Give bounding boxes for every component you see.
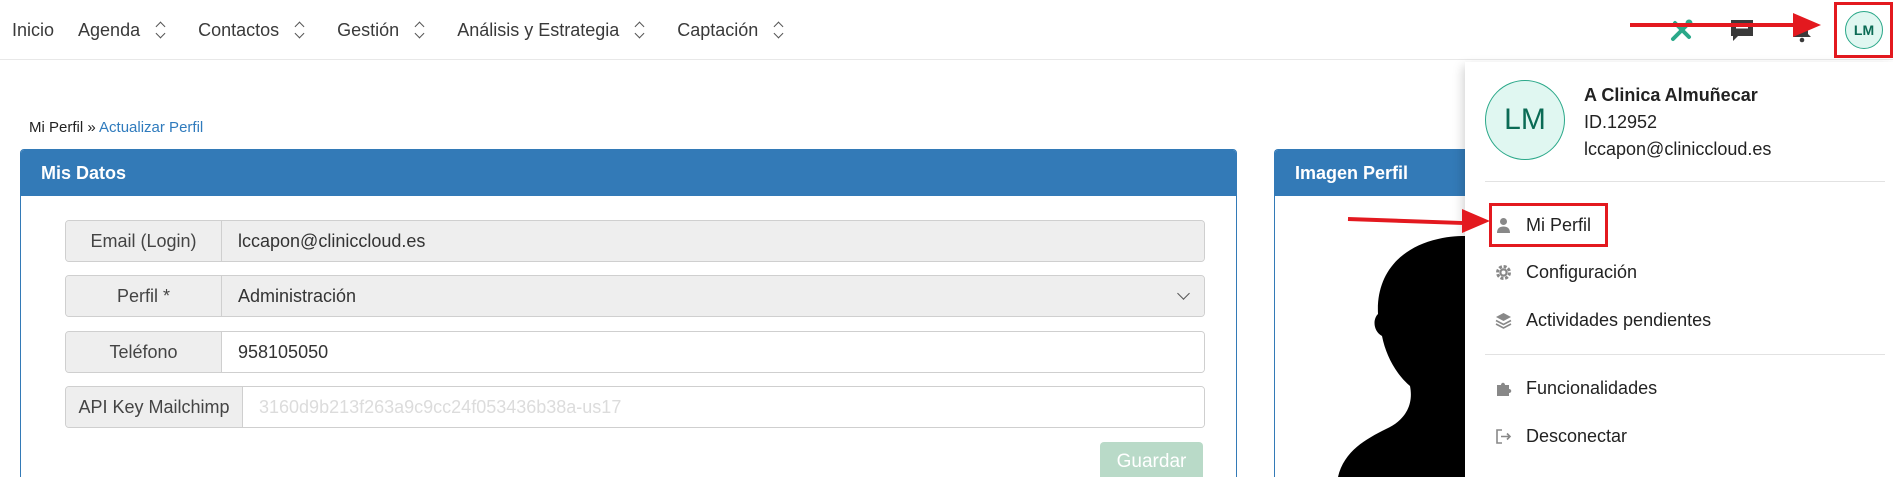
imagen-perfil-title: Imagen Perfil: [1295, 162, 1409, 183]
nav-gestion[interactable]: Gestión: [337, 0, 427, 60]
dropdown-divider: [1485, 181, 1885, 182]
nav-contactos-label: Contactos: [198, 19, 280, 40]
nav-captacion-label: Captación: [677, 19, 759, 40]
menu-item-desconectar[interactable]: Desconectar: [1495, 426, 1627, 447]
nav-contactos[interactable]: Contactos: [198, 0, 307, 60]
annotation-box-avatar: [1834, 2, 1893, 58]
email-row: Email (Login) lccapon@cliniccloud.es: [65, 220, 1205, 262]
breadcrumb: Mi Perfil » Actualizar Perfil: [29, 119, 203, 136]
nav-agenda-label: Agenda: [78, 19, 141, 40]
annotation-arrow: [1630, 23, 1798, 27]
email-label: Email (Login): [66, 221, 222, 261]
menu-item-funcionalidades[interactable]: Funcionalidades: [1495, 378, 1657, 399]
api-key-row: API Key Mailchimp 3160d9b213f263a9c9cc24…: [65, 386, 1205, 428]
api-key-label: API Key Mailchimp: [66, 387, 243, 427]
user-dropdown-menu: LM A Clinica Almuñecar ID.12952 lccapon@…: [1465, 62, 1893, 477]
nav-agenda[interactable]: Agenda: [78, 0, 168, 60]
tools-icon[interactable]: [1669, 17, 1695, 43]
logout-icon: [1496, 429, 1512, 444]
telefono-row: Teléfono 958105050: [65, 331, 1205, 373]
annotation-arrowhead: [1462, 209, 1490, 233]
annotation-arrowhead: [1793, 13, 1821, 37]
nav-inicio-label: Inicio: [12, 19, 55, 40]
save-button[interactable]: Guardar: [1100, 442, 1203, 477]
menu-item-label: Actividades pendientes: [1526, 310, 1712, 330]
menu-item-label: Desconectar: [1526, 426, 1628, 446]
breadcrumb-separator: »: [87, 119, 96, 136]
telefono-field[interactable]: 958105050: [222, 332, 1204, 372]
user-email: lccapon@cliniccloud.es: [1584, 139, 1772, 159]
nav-captacion[interactable]: Captación: [677, 0, 786, 60]
telefono-label: Teléfono: [66, 332, 222, 372]
main-nav: Inicio Agenda Contactos Gestión Análisis…: [0, 0, 816, 60]
nav-inicio[interactable]: Inicio: [12, 0, 54, 60]
imagen-perfil-header: Imagen Perfil: [1275, 150, 1474, 196]
perfil-row: Perfil * Administración: [65, 275, 1205, 317]
menu-item-actividades[interactable]: Actividades pendientes: [1495, 310, 1711, 331]
menu-item-label: Configuración: [1526, 262, 1638, 282]
breadcrumb-link[interactable]: Actualizar Perfil: [99, 119, 203, 136]
chevron-updown-icon: [413, 20, 427, 40]
perfil-label: Perfil *: [66, 276, 222, 316]
user-id: ID.12952: [1584, 112, 1658, 132]
profile-silhouette-image: [1338, 236, 1468, 477]
user-avatar-large: LM: [1485, 80, 1565, 160]
mis-datos-header: Mis Datos: [21, 150, 1236, 196]
email-field[interactable]: lccapon@cliniccloud.es: [222, 221, 1204, 261]
menu-item-label: Funcionalidades: [1526, 378, 1658, 398]
nav-gestion-label: Gestión: [337, 19, 400, 40]
menu-item-configuracion[interactable]: Configuración: [1495, 262, 1637, 283]
nav-analisis-label: Análisis y Estrategia: [457, 19, 620, 40]
chevron-down-icon: [1177, 287, 1190, 300]
mis-datos-panel: Mis Datos Email (Login) lccapon@cliniccl…: [20, 149, 1237, 477]
top-navbar: Inicio Agenda Contactos Gestión Análisis…: [0, 0, 1893, 60]
perfil-select[interactable]: Administración: [222, 276, 1204, 316]
layers-icon: [1495, 313, 1512, 329]
gear-icon: [1496, 265, 1511, 280]
chevron-updown-icon: [293, 20, 307, 40]
avatar-large-initials: LM: [1504, 103, 1546, 136]
puzzle-icon: [1497, 382, 1512, 396]
dropdown-divider: [1485, 354, 1885, 355]
user-name: A Clinica Almuñecar: [1584, 85, 1758, 105]
mis-datos-title: Mis Datos: [41, 162, 127, 183]
nav-analisis[interactable]: Análisis y Estrategia: [457, 0, 647, 60]
annotation-box-mi-perfil: [1489, 203, 1608, 247]
chat-icon[interactable]: [1729, 17, 1755, 43]
chevron-updown-icon: [772, 20, 786, 40]
perfil-select-value: Administración: [238, 285, 357, 306]
chevron-updown-icon: [154, 20, 168, 40]
breadcrumb-current: Mi Perfil: [29, 119, 84, 136]
api-key-field[interactable]: 3160d9b213f263a9c9cc24f053436b38a-us17: [243, 387, 1204, 427]
chevron-updown-icon: [633, 20, 647, 40]
